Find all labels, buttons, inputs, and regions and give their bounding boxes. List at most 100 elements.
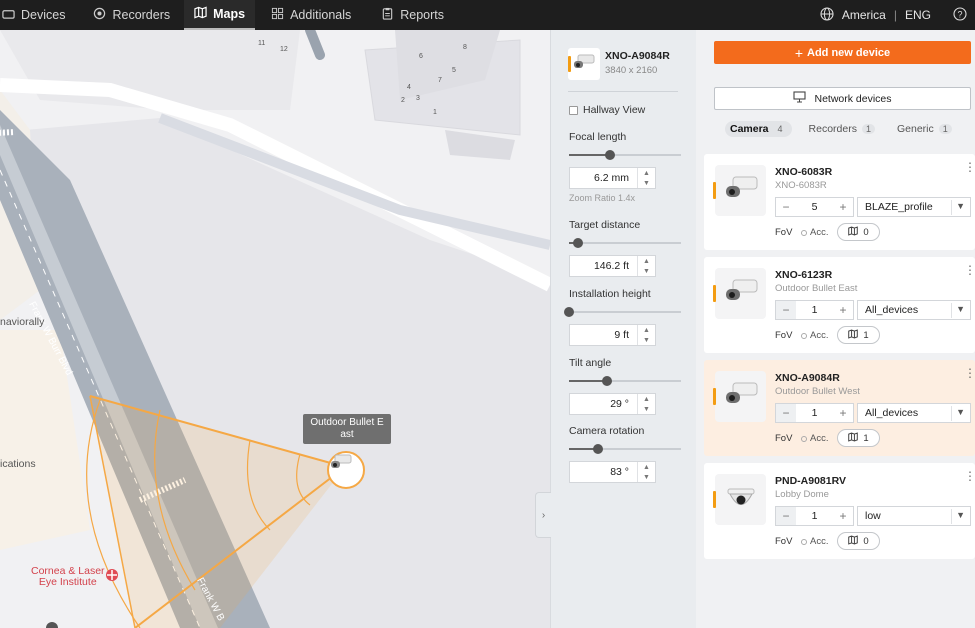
plus-icon[interactable]: + — [833, 200, 853, 214]
map-canvas[interactable]: 11 12 6 5 4 3 2 1 8 7 Frank W Burr Blvd … — [0, 30, 550, 628]
fov-label[interactable]: FoV — [775, 330, 792, 341]
globe-icon[interactable] — [820, 6, 834, 24]
profile-select[interactable]: BLAZE_profile ▼ — [857, 197, 971, 217]
plus-icon[interactable]: + — [833, 303, 853, 317]
tab-reports[interactable]: Reports — [371, 0, 454, 30]
focal-length-slider[interactable] — [569, 150, 681, 160]
installation-height-slider[interactable] — [564, 307, 681, 317]
stepper-arrows[interactable]: ▲ ▼ — [637, 462, 655, 482]
minus-icon[interactable]: − — [776, 301, 796, 319]
focal-length-input[interactable]: 6.2 mm ▲ ▼ — [569, 167, 656, 189]
tab-additionals[interactable]: Additionals — [261, 0, 361, 30]
chevron-down-icon[interactable]: ▼ — [643, 406, 650, 413]
slider-handle[interactable] — [593, 444, 604, 454]
tilt-angle-value[interactable]: 29 ° — [570, 398, 637, 410]
quantity-value[interactable]: 1 — [796, 304, 833, 316]
radio-icon[interactable] — [801, 538, 807, 545]
chevron-up-icon[interactable]: ▲ — [643, 327, 650, 334]
more-options-icon[interactable]: ⋮ — [964, 470, 975, 482]
stepper-arrows[interactable]: ▲ ▼ — [637, 168, 655, 188]
collapse-panel-button[interactable]: › — [535, 492, 551, 538]
tilt-angle-slider[interactable] — [569, 376, 681, 386]
map-count-badge[interactable]: 1 — [837, 326, 880, 344]
chevron-down-icon[interactable]: ▼ — [643, 268, 650, 275]
plus-icon[interactable]: + — [833, 509, 853, 523]
chevron-down-icon[interactable]: ▼ — [643, 337, 650, 344]
quantity-stepper[interactable]: − 5 + — [775, 197, 854, 217]
tab-recorders[interactable]: Recorders 1 — [804, 121, 880, 137]
help-icon[interactable]: ? — [953, 6, 967, 24]
quantity-stepper[interactable]: − 1 + — [775, 506, 854, 526]
more-options-icon[interactable]: ⋮ — [964, 264, 975, 276]
radio-icon[interactable] — [801, 332, 807, 339]
camera-marker[interactable] — [327, 451, 365, 489]
map-count-badge[interactable]: 1 — [837, 429, 880, 447]
plus-icon[interactable]: + — [833, 406, 853, 420]
device-card-selected[interactable]: XNO-A9084R Outdoor Bullet West ⋮ − 1 + A… — [704, 360, 975, 456]
device-card[interactable]: XNO-6123R Outdoor Bullet East ⋮ − 1 + Al… — [704, 257, 975, 353]
tab-devices[interactable]: Devices — [0, 0, 75, 30]
language-label[interactable]: ENG — [905, 8, 931, 22]
radio-icon[interactable] — [801, 435, 807, 442]
tab-recorders[interactable]: Recorders — [83, 0, 180, 30]
stepper-arrows[interactable]: ▲ ▼ — [637, 394, 655, 414]
installation-height-input[interactable]: 9 ft ▲ ▼ — [569, 324, 656, 346]
fov-label[interactable]: FoV — [775, 536, 792, 547]
accessories-toggle[interactable]: Acc. — [801, 536, 828, 547]
target-distance-slider[interactable] — [569, 238, 681, 248]
installation-height-value[interactable]: 9 ft — [570, 329, 637, 341]
poi-label[interactable]: Cornea & Laser Eye Institute — [31, 566, 105, 588]
accessories-toggle[interactable]: Acc. — [801, 227, 828, 238]
radio-icon[interactable] — [801, 229, 807, 236]
camera-rotation-value[interactable]: 83 ° — [570, 466, 637, 478]
slider-handle[interactable] — [572, 238, 583, 248]
tab-maps[interactable]: Maps — [184, 0, 256, 30]
map-count-badge[interactable]: 0 — [837, 532, 880, 550]
accessories-toggle[interactable]: Acc. — [801, 330, 828, 341]
accessories-toggle[interactable]: Acc. — [801, 433, 828, 444]
camera-rotation-slider[interactable] — [569, 444, 681, 454]
hallway-view-toggle[interactable]: Hallway View — [569, 104, 645, 116]
target-distance-control: Target distance 146.2 ft ▲ ▼ — [569, 219, 681, 277]
profile-select[interactable]: All_devices ▼ — [857, 403, 971, 423]
map-count-badge[interactable]: 0 — [837, 223, 880, 241]
chevron-up-icon[interactable]: ▲ — [643, 464, 650, 471]
device-card[interactable]: PND-A9081RV Lobby Dome ⋮ − 1 + low ▼ FoV… — [704, 463, 975, 559]
target-distance-value[interactable]: 146.2 ft — [570, 260, 637, 272]
focal-length-value[interactable]: 6.2 mm — [570, 172, 637, 184]
minus-icon[interactable]: − — [776, 507, 796, 525]
target-distance-input[interactable]: 146.2 ft ▲ ▼ — [569, 255, 656, 277]
more-options-icon[interactable]: ⋮ — [964, 367, 975, 379]
tilt-angle-input[interactable]: 29 ° ▲ ▼ — [569, 393, 656, 415]
quantity-value[interactable]: 1 — [796, 407, 833, 419]
stepper-arrows[interactable]: ▲ ▼ — [637, 256, 655, 276]
chevron-up-icon[interactable]: ▲ — [643, 258, 650, 265]
quantity-value[interactable]: 1 — [796, 510, 833, 522]
more-options-icon[interactable]: ⋮ — [964, 161, 975, 173]
fov-label[interactable]: FoV — [775, 433, 792, 444]
chevron-up-icon[interactable]: ▲ — [643, 170, 650, 177]
fov-label[interactable]: FoV — [775, 227, 792, 238]
stepper-arrows[interactable]: ▲ ▼ — [637, 325, 655, 345]
minus-icon[interactable]: − — [776, 404, 796, 422]
chevron-up-icon[interactable]: ▲ — [643, 396, 650, 403]
add-new-device-button[interactable]: + Add new device — [714, 41, 971, 64]
quantity-stepper[interactable]: − 1 + — [775, 403, 854, 423]
profile-select[interactable]: All_devices ▼ — [857, 300, 971, 320]
device-card[interactable]: XNO-6083R XNO-6083R ⋮ − 5 + BLAZE_profil… — [704, 154, 975, 250]
chevron-down-icon[interactable]: ▼ — [643, 474, 650, 481]
slider-handle[interactable] — [605, 150, 616, 160]
tab-generic[interactable]: Generic 1 — [892, 121, 957, 137]
camera-rotation-input[interactable]: 83 ° ▲ ▼ — [569, 461, 656, 483]
quantity-value[interactable]: 5 — [796, 201, 833, 213]
profile-select[interactable]: low ▼ — [857, 506, 971, 526]
slider-handle[interactable] — [564, 307, 574, 317]
minus-icon[interactable]: − — [776, 200, 796, 214]
hallway-checkbox[interactable] — [569, 105, 578, 115]
slider-handle[interactable] — [602, 376, 613, 386]
quantity-stepper[interactable]: − 1 + — [775, 300, 854, 320]
region-label[interactable]: America — [842, 8, 886, 22]
chevron-down-icon[interactable]: ▼ — [643, 180, 650, 187]
tab-camera[interactable]: Camera 4 — [725, 121, 792, 137]
network-devices-button[interactable]: Network devices — [714, 87, 971, 110]
